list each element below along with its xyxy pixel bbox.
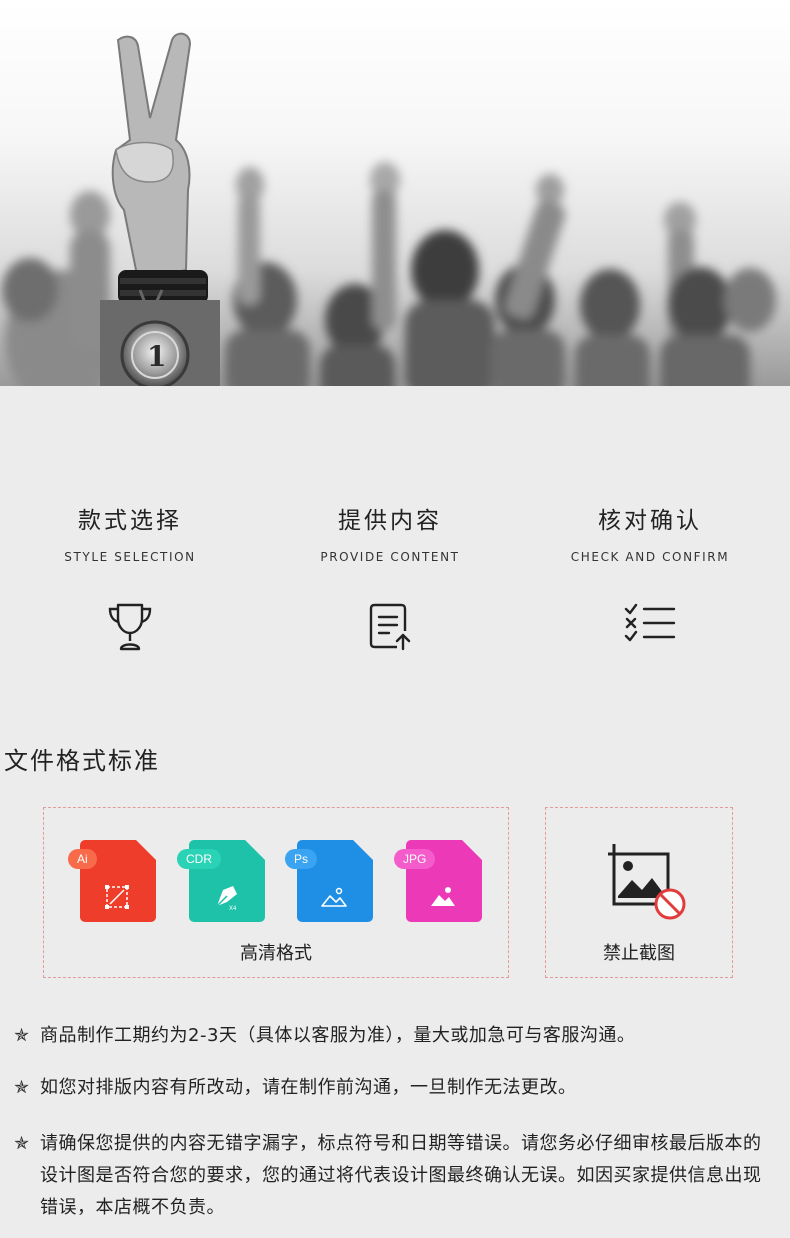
celebration-crowd-image: 1 bbox=[2, 32, 776, 386]
step-provide-content: 提供内容 PROVIDE CONTENT bbox=[260, 505, 520, 651]
format-tag: JPG bbox=[394, 849, 436, 869]
no-screenshot-icon bbox=[608, 844, 686, 920]
note-text: 请确保您提供的内容无错字漏字，标点符号和日期等错误。请您务必仔细审核最后版本的设… bbox=[40, 1133, 762, 1218]
no-screenshot-label: 禁止截图 bbox=[603, 943, 675, 964]
cdr-file-icon: CDR X4 bbox=[177, 838, 267, 924]
step-check-confirm: 核对确认 CHECK AND CONFIRM bbox=[520, 505, 780, 642]
step-style-selection: 款式选择 STYLE SELECTION bbox=[0, 505, 260, 651]
format-tag: Ps bbox=[285, 849, 318, 869]
document-upload-icon bbox=[369, 603, 411, 651]
note-text: 如您对排版内容有所改动，请在制作前沟通，一旦制作无法更改。 bbox=[40, 1077, 577, 1098]
svg-text:X4: X4 bbox=[229, 906, 237, 912]
no-screenshot-box: 禁止截图 bbox=[545, 807, 733, 978]
process-steps: 款式选择 STYLE SELECTION 提供内容 PROVIDE CONTEN… bbox=[0, 505, 790, 665]
hero-banner: 1 bbox=[0, 0, 790, 386]
star-icon: ✯ bbox=[14, 1025, 30, 1046]
format-tag: CDR bbox=[177, 849, 221, 869]
step-subtitle: STYLE SELECTION bbox=[64, 550, 196, 564]
step-subtitle: CHECK AND CONFIRM bbox=[570, 550, 730, 564]
star-icon: ✯ bbox=[14, 1133, 30, 1154]
ai-file-icon: Ai bbox=[68, 838, 158, 924]
ps-file-icon: Ps bbox=[285, 838, 375, 924]
formats-box: Ai CDR X4 Ps JPG 高清格式 bbox=[43, 807, 509, 978]
list-item: ✯ 商品制作工期约为2-3天（具体以客服为准），量大或加急可与客服沟通。 bbox=[14, 1020, 635, 1052]
list-item: ✯ 如您对排版内容有所改动，请在制作前沟通，一旦制作无法更改。 bbox=[14, 1072, 577, 1104]
step-subtitle: PROVIDE CONTENT bbox=[320, 550, 460, 564]
jpg-file-icon: JPG bbox=[394, 838, 484, 924]
step-title: 款式选择 bbox=[78, 508, 182, 534]
victory-hand: 1 bbox=[100, 32, 220, 386]
format-tag: Ai bbox=[68, 849, 97, 869]
formats-label: 高清格式 bbox=[240, 943, 312, 964]
svg-text:1: 1 bbox=[147, 340, 166, 373]
list-item: ✯ 请确保您提供的内容无错字漏字，标点符号和日期等错误。请您务必仔细审核最后版本… bbox=[14, 1128, 774, 1224]
note-text: 商品制作工期约为2-3天（具体以客服为准），量大或加急可与客服沟通。 bbox=[40, 1025, 636, 1046]
checklist-icon bbox=[624, 603, 676, 642]
star-icon: ✯ bbox=[14, 1077, 30, 1098]
section-title: 文件格式标准 bbox=[4, 747, 160, 775]
trophy-icon bbox=[108, 603, 152, 651]
step-title: 提供内容 bbox=[338, 508, 442, 534]
step-title: 核对确认 bbox=[598, 508, 702, 534]
